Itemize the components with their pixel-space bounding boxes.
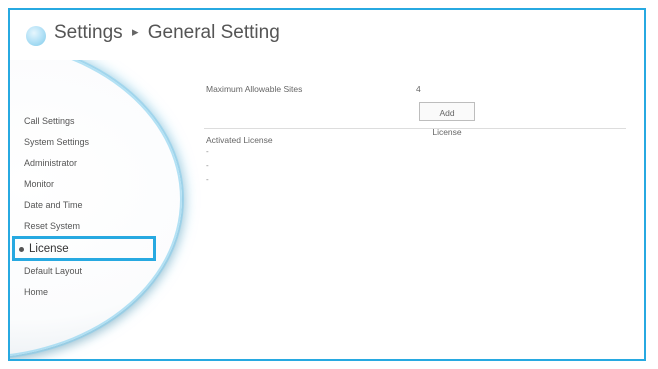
header: Settings ▸ General Setting <box>10 10 644 60</box>
max-sites-label: Maximum Allowable Sites <box>206 84 303 94</box>
breadcrumb-current: General Setting <box>147 22 280 43</box>
active-bullet-icon <box>19 247 24 252</box>
breadcrumb-root[interactable]: Settings <box>54 22 123 43</box>
breadcrumb-separator-icon: ▸ <box>131 24 139 39</box>
add-license-button[interactable]: Add License <box>419 102 475 137</box>
sidebar-item-label: System Settings <box>24 137 90 147</box>
sidebar-item-date-and-time[interactable]: Date and Time <box>24 200 83 210</box>
sidebar-item-label: Default Layout <box>24 266 83 276</box>
sidebar-panel <box>10 40 182 358</box>
license-row: - <box>206 161 209 170</box>
sidebar-item-administrator[interactable]: Administrator <box>24 158 77 168</box>
sidebar-item-system-settings[interactable]: System Settings <box>24 137 89 147</box>
sidebar-item-label: Date and Time <box>24 200 83 210</box>
breadcrumb: Settings ▸ General Setting <box>54 22 280 44</box>
sidebar-item-monitor[interactable]: Monitor <box>24 179 54 189</box>
sidebar-item-label: Home <box>24 287 49 297</box>
divider <box>204 128 626 129</box>
sidebar-item-default-layout[interactable]: Default Layout <box>24 266 82 276</box>
sidebar-item-call-settings[interactable]: Call Settings <box>24 116 75 126</box>
sidebar-item-label: Monitor <box>24 179 55 189</box>
globe-logo-icon <box>26 26 46 46</box>
sidebar-item-license[interactable]: License <box>12 236 156 261</box>
max-sites-value: 4 <box>416 84 421 94</box>
sidebar-item-label: Call Settings <box>24 116 75 126</box>
app-frame: Settings ▸ General Setting Call Settings… <box>8 8 646 361</box>
license-row: - <box>206 175 209 184</box>
sidebar-item-label: License <box>29 243 69 255</box>
license-row: - <box>206 147 209 156</box>
sidebar-item-home[interactable]: Home <box>24 287 48 297</box>
sidebar-item-reset-system[interactable]: Reset System <box>24 221 80 231</box>
sidebar-item-label: Administrator <box>24 158 78 168</box>
activated-license-label: Activated License <box>206 135 273 145</box>
sidebar-item-label: Reset System <box>24 221 81 231</box>
